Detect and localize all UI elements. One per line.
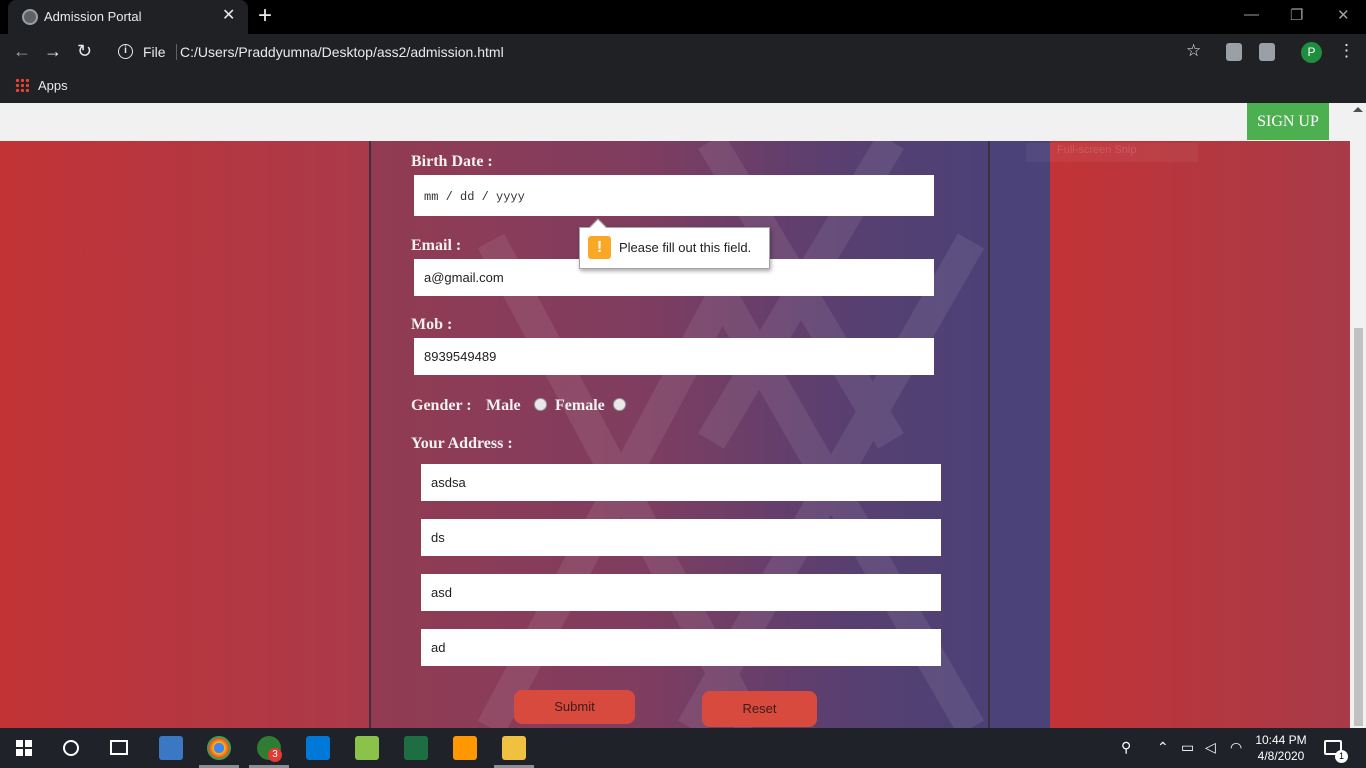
- globe-icon: [22, 9, 38, 25]
- signup-button[interactable]: SIGN UP: [1247, 103, 1329, 140]
- forward-icon[interactable]: →: [44, 41, 62, 62]
- tab-strip: Admission Portal ✕ + — ❐ ✕: [0, 0, 1366, 34]
- mob-label: Mob :: [411, 316, 453, 333]
- restore-icon[interactable]: ❐: [1290, 6, 1303, 24]
- birth-date-input[interactable]: mm / dd / yyyy: [414, 175, 934, 216]
- address-line-3-input[interactable]: asd: [421, 574, 941, 611]
- extension-icon[interactable]: [1259, 43, 1275, 61]
- task-view-icon[interactable]: [110, 740, 128, 755]
- url-text[interactable]: C:/Users/Praddyumna/Desktop/ass2/admissi…: [180, 44, 504, 60]
- chrome-app-icon[interactable]: [207, 736, 231, 760]
- notification-badge: 3: [268, 748, 282, 762]
- browser-tab[interactable]: Admission Portal ✕: [8, 0, 248, 34]
- scroll-thumb[interactable]: [1354, 328, 1363, 726]
- action-center-badge: 1: [1335, 750, 1348, 763]
- battery-icon[interactable]: ▭: [1181, 739, 1194, 756]
- vscode-app-icon[interactable]: [306, 736, 330, 760]
- gender-label: Gender :: [411, 397, 472, 414]
- warning-icon: !: [588, 236, 611, 259]
- email-label: Email :: [411, 237, 462, 254]
- female-radio[interactable]: [613, 398, 626, 411]
- new-tab-button[interactable]: +: [258, 4, 272, 28]
- date-placeholder: mm / dd / yyyy: [424, 190, 525, 204]
- address-bar[interactable]: i File C:/Users/Praddyumna/Desktop/ass2/…: [108, 38, 1214, 66]
- clock-time: 10:44 PM: [1255, 733, 1307, 747]
- minimize-icon[interactable]: —: [1244, 6, 1259, 23]
- form-side-strip: [990, 141, 1050, 728]
- close-tab-icon[interactable]: ✕: [222, 7, 235, 25]
- validation-tooltip: ! Please fill out this field.: [579, 218, 770, 269]
- file-manager-app-icon[interactable]: [159, 736, 183, 760]
- apps-grid-icon[interactable]: [15, 78, 29, 92]
- excel-app-icon[interactable]: [404, 736, 428, 760]
- cortana-search-icon[interactable]: [63, 740, 79, 756]
- reload-icon[interactable]: ↻: [77, 41, 92, 62]
- female-label: Female: [555, 397, 605, 414]
- clock-date: 4/8/2020: [1257, 749, 1305, 763]
- reset-button[interactable]: Reset: [702, 691, 817, 727]
- scroll-up-arrow-icon[interactable]: [1353, 107, 1363, 112]
- back-icon[interactable]: ←: [13, 41, 31, 62]
- file-label: File: [143, 44, 166, 60]
- sublime-app-icon[interactable]: [453, 736, 477, 760]
- info-icon[interactable]: i: [118, 44, 133, 59]
- shield-extension-icon[interactable]: [1226, 43, 1242, 61]
- male-radio[interactable]: [534, 398, 547, 411]
- menu-icon[interactable]: ⋮: [1338, 41, 1355, 61]
- lambda-app-icon[interactable]: [355, 736, 379, 760]
- browser-toolbar: ← → ↻ i File C:/Users/Praddyumna/Desktop…: [0, 34, 1366, 70]
- chevron-up-icon[interactable]: ⌃: [1157, 739, 1169, 756]
- address-line-1-input[interactable]: asdsa: [421, 464, 941, 501]
- profile-avatar[interactable]: P: [1301, 42, 1322, 63]
- address-line-4-input[interactable]: ad: [421, 629, 941, 666]
- snip-label: Full-screen Snip: [1057, 144, 1137, 156]
- bookmarks-bar: Apps: [0, 70, 1366, 103]
- windows-start-icon[interactable]: [16, 740, 32, 756]
- folder-app-icon[interactable]: [502, 736, 526, 760]
- bookmark-star-icon[interactable]: ☆: [1186, 41, 1201, 61]
- divider: [176, 44, 177, 60]
- birth-date-label: Birth Date :: [411, 153, 493, 170]
- close-window-icon[interactable]: ✕: [1337, 6, 1350, 24]
- apps-bookmark[interactable]: Apps: [38, 78, 68, 93]
- mobile-input[interactable]: 8939549489: [414, 338, 934, 375]
- address-label: Your Address :: [411, 435, 513, 452]
- tab-title: Admission Portal: [44, 9, 142, 24]
- volume-icon[interactable]: ◁: [1205, 739, 1216, 756]
- submit-button[interactable]: Submit: [514, 690, 635, 724]
- taskbar-clock[interactable]: 10:44 PM 4/8/2020: [1246, 732, 1316, 764]
- windows-taskbar: 3 ⚲ ⌃ ▭ ◁ ◠ 10:44 PM 4/8/2020 1: [0, 728, 1366, 768]
- people-icon[interactable]: ⚲: [1121, 739, 1131, 756]
- address-line-2-input[interactable]: ds: [421, 519, 941, 556]
- site-header: [0, 103, 1350, 141]
- wifi-icon[interactable]: ◠: [1230, 739, 1242, 756]
- page-viewport: SIGN UP Full-screen Snip Birth Date : mm…: [0, 103, 1366, 728]
- page-scrollbar[interactable]: [1350, 103, 1366, 728]
- male-label: Male: [486, 397, 521, 414]
- validation-message: Please fill out this field.: [619, 240, 752, 255]
